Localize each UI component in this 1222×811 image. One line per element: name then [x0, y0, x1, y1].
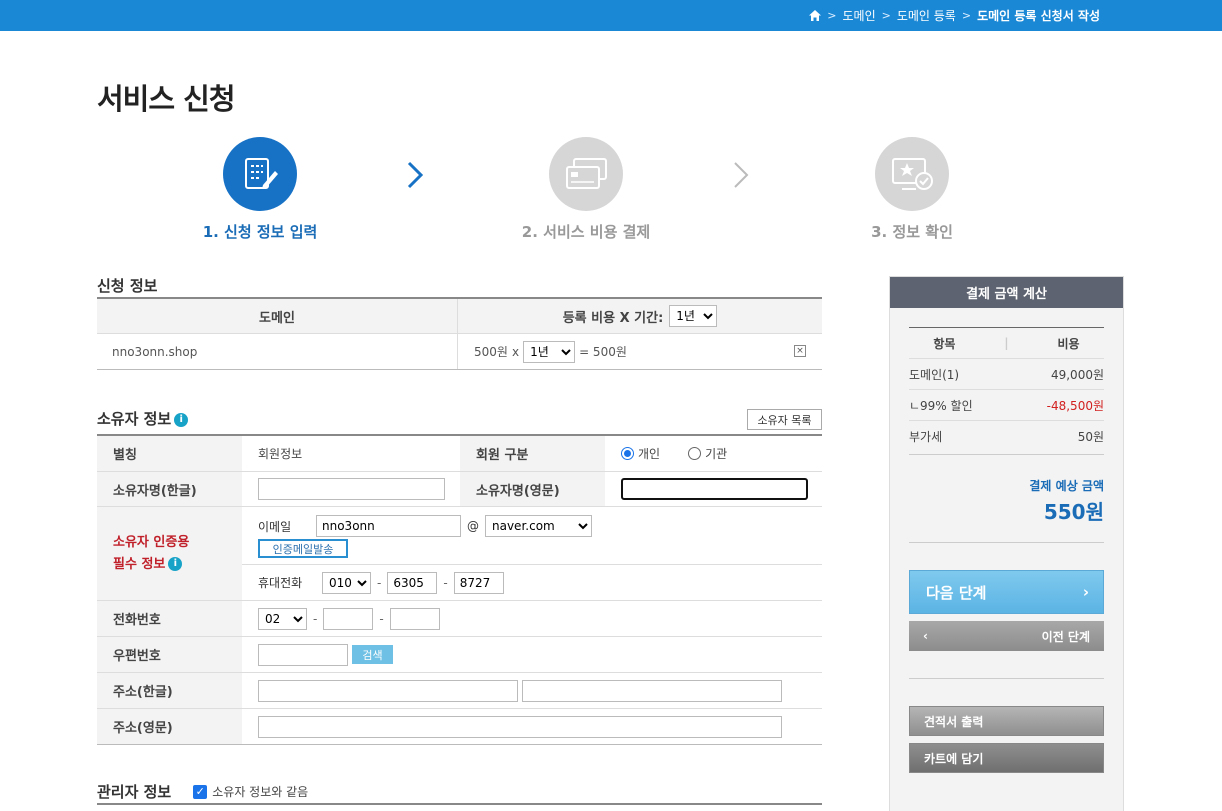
list-item: ㄴ99% 할인 -48,500원 — [909, 390, 1104, 421]
chevron-right-icon — [734, 162, 749, 188]
remove-icon[interactable]: × — [794, 345, 806, 357]
radio-checked-icon[interactable] — [621, 447, 634, 460]
calc-title: 결제 금액 계산 — [890, 277, 1123, 308]
name-kr-input[interactable] — [258, 478, 445, 500]
info-icon[interactable]: i — [168, 557, 183, 571]
step-1: 1. 신청 정보 입력 — [170, 137, 350, 242]
divider: | — [1004, 336, 1009, 350]
zip-input[interactable] — [258, 643, 348, 666]
mobile-last-input[interactable] — [453, 571, 504, 594]
application-table: 도메인 등록 비용 X 기간: 1년 nno3onn.shop 500원 x 1… — [97, 297, 822, 370]
chevron-right-icon: > — [961, 9, 972, 22]
list-item: 부가세 50원 — [909, 430, 1104, 444]
member-type-label: 회원 구분 — [460, 436, 605, 471]
col-fee-label: 등록 비용 X 기간: — [562, 310, 664, 326]
calc-col-item: 항목 — [933, 336, 956, 351]
email-label: 이메일 — [258, 519, 292, 534]
phone-mid-input[interactable] — [323, 607, 374, 630]
list-item: 도메인(1) 49,000원 — [909, 359, 1104, 390]
times-sign: x — [511, 344, 520, 359]
owner-list-button[interactable]: 소유자 목록 — [747, 409, 822, 430]
dash: - — [443, 575, 448, 590]
dash: - — [313, 611, 318, 626]
phone-prefix-select[interactable]: 02 — [258, 607, 307, 630]
chevron-right-icon — [407, 161, 424, 189]
checkbox-checked-icon[interactable]: ✓ — [193, 784, 208, 799]
application-section-title: 신청 정보 — [97, 277, 158, 295]
step-2-label: 2. 서비스 비용 결제 — [521, 223, 651, 241]
home-icon[interactable] — [809, 10, 822, 21]
email-id-input[interactable] — [316, 515, 461, 537]
same-as-owner-label[interactable]: 소유자 정보와 같음 — [212, 783, 308, 800]
estimate-label: 결제 예상 금액 — [1029, 479, 1104, 493]
period-select[interactable]: 1년 — [669, 305, 718, 327]
fee-value: 500원 — [474, 345, 508, 359]
address-kr-input-2[interactable] — [522, 679, 782, 702]
print-quote-button[interactable]: 견적서 출력 — [909, 706, 1104, 736]
chevron-right-icon: > — [827, 9, 837, 22]
info-icon[interactable]: i — [174, 412, 189, 427]
name-kr-label: 소유자명(한글) — [97, 472, 242, 506]
row-period-select[interactable]: 1년 — [523, 340, 576, 363]
estimate-amount: 550원 — [1043, 500, 1104, 524]
domain-name: nno3onn.shop — [97, 334, 458, 369]
zip-label: 우편번호 — [97, 637, 242, 672]
table-row: nno3onn.shop 500원 x 1년 = 500원 × — [97, 334, 822, 369]
address-en-input[interactable] — [258, 715, 782, 738]
confirm-monitor-icon — [875, 137, 949, 211]
name-en-input[interactable] — [621, 478, 808, 500]
step-3-label: 3. 정보 확인 — [871, 223, 953, 241]
prev-step-button[interactable]: ‹ 이전 단계 — [909, 621, 1104, 651]
mobile-prefix-select[interactable]: 010 — [322, 571, 371, 594]
page-title: 서비스 신청 — [97, 82, 235, 116]
step-1-label: 1. 신청 정보 입력 — [202, 223, 318, 241]
dash: - — [379, 611, 384, 626]
at-sign: @ — [467, 519, 479, 533]
next-step-button[interactable]: 다음 단계 › — [909, 570, 1104, 614]
auth-label: 소유자 인증용 필수 정보 i — [97, 507, 242, 600]
owner-section-title: 소유자 정보 i — [97, 408, 189, 429]
step-2: 2. 서비스 비용 결제 — [496, 137, 676, 242]
alias-label: 별칭 — [97, 436, 242, 471]
address-kr-input-1[interactable] — [258, 679, 518, 702]
application-form-icon — [223, 137, 297, 211]
top-bar: > 도메인 > 도메인 등록 > 도메인 등록 신청서 작성 — [0, 0, 1222, 31]
radio-organization[interactable]: 기관 — [688, 445, 727, 462]
admin-section: 관리자 정보 ✓ 소유자 정보와 같음 — [97, 781, 308, 802]
breadcrumb-current: 도메인 등록 신청서 작성 — [977, 9, 1100, 23]
calc-col-cost: 비용 — [1057, 336, 1080, 351]
breadcrumb-item-domain[interactable]: 도메인 — [842, 7, 875, 24]
zip-search-button[interactable]: 검색 — [352, 645, 393, 664]
name-en-label: 소유자명(영문) — [460, 472, 605, 506]
col-fee-header: 등록 비용 X 기간: 1년 — [458, 299, 822, 333]
owner-table: 별칭 회원정보 회원 구분 개인 기관 소유자명(한글) 소유자명(영문) 소유… — [97, 434, 822, 745]
col-domain: 도메인 — [97, 299, 458, 333]
total-value: = 500원 — [579, 345, 627, 359]
phone-label: 전화번호 — [97, 601, 242, 636]
radio-personal[interactable]: 개인 — [621, 445, 660, 462]
address-en-label: 주소(영문) — [97, 709, 242, 744]
payment-calc-panel: 결제 금액 계산 항목 | 비용 도메인(1) 49,000원 ㄴ99% 할인 -4… — [889, 276, 1124, 811]
dash: - — [377, 575, 382, 590]
divider — [97, 803, 822, 805]
calc-table: 항목 | 비용 도메인(1) 49,000원 ㄴ99% 할인 -48,500원 부가… — [909, 327, 1104, 452]
chevron-right-icon: › — [1082, 583, 1089, 601]
admin-section-title: 관리자 정보 — [97, 783, 172, 801]
email-domain-select[interactable]: naver.com — [485, 515, 592, 537]
breadcrumb: > 도메인 > 도메인 등록 > 도메인 등록 신청서 작성 — [809, 7, 1100, 24]
phone-last-input[interactable] — [389, 607, 440, 630]
alias-value: 회원정보 — [258, 447, 303, 461]
step-3: 3. 정보 확인 — [822, 137, 1002, 242]
mobile-mid-input[interactable] — [387, 571, 438, 594]
send-auth-mail-button[interactable]: 인증메일발송 — [258, 539, 348, 558]
address-kr-label: 주소(한글) — [97, 673, 242, 708]
chevron-right-icon: > — [881, 9, 891, 22]
add-to-cart-button[interactable]: 카트에 담기 — [909, 743, 1104, 773]
radio-unchecked-icon[interactable] — [688, 447, 702, 460]
mobile-label: 휴대전화 — [258, 576, 303, 590]
credit-card-icon — [549, 137, 623, 211]
chevron-left-icon: ‹ — [923, 629, 928, 643]
breadcrumb-item-domain-register[interactable]: 도메인 등록 — [897, 7, 956, 24]
